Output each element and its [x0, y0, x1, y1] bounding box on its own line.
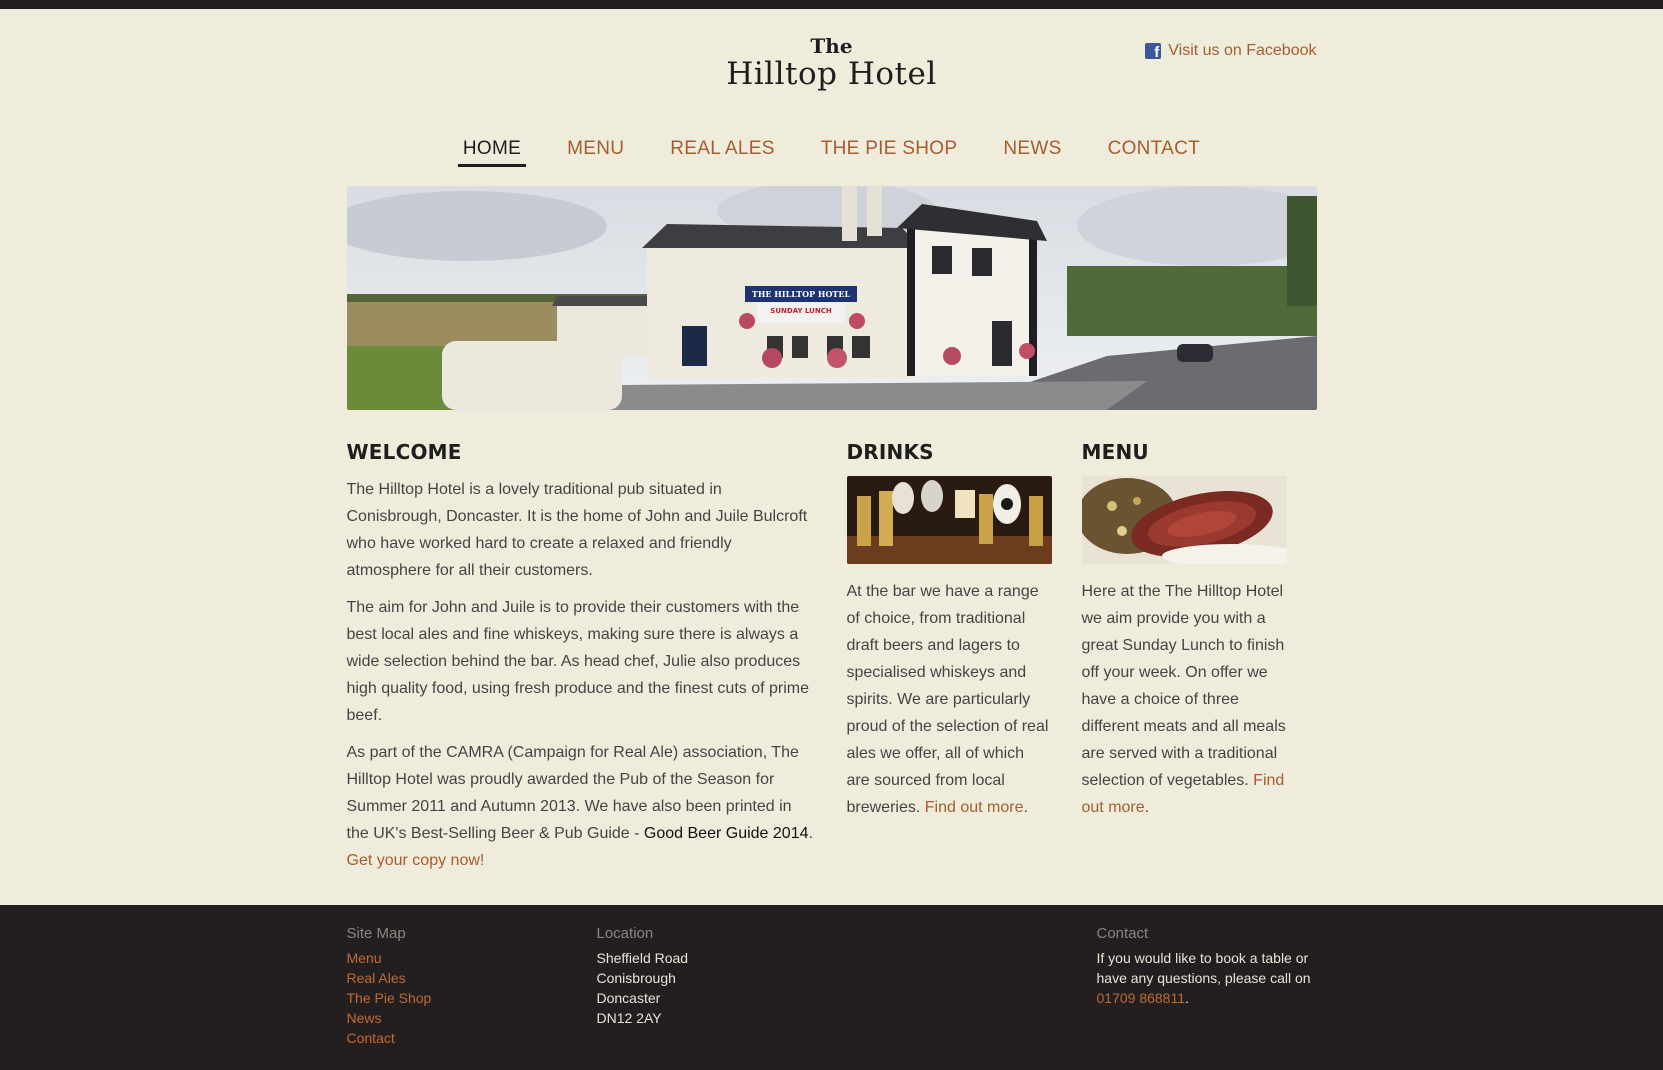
footer-link-real-ales[interactable]: Real Ales	[347, 968, 597, 988]
footer-link-contact[interactable]: Contact	[347, 1028, 597, 1048]
footer-link-menu[interactable]: Menu	[347, 948, 597, 968]
nav-home[interactable]: HOME	[457, 120, 527, 167]
phone-link[interactable]: 01709 868811	[1097, 990, 1186, 1006]
welcome-paragraph-1: The Hilltop Hotel is a lovely traditiona…	[346, 481, 808, 579]
get-copy-link[interactable]: Get your copy now!	[347, 852, 485, 869]
address-line: Conisbrough	[596, 970, 676, 986]
content-columns: WELCOME The Hilltop Hotel is a lovely tr…	[347, 440, 1317, 884]
footer-sitemap: Site Map Menu Real Ales The Pie Shop New…	[347, 925, 597, 1048]
welcome-heading: WELCOME	[346, 440, 462, 464]
sitemap-heading: Site Map	[346, 925, 406, 942]
address-line: Sheffield Road	[596, 950, 689, 966]
nav-menu[interactable]: MENU	[562, 120, 629, 164]
facebook-icon	[1145, 43, 1162, 61]
location-heading: Location	[596, 925, 654, 942]
drinks-end: .	[1023, 799, 1028, 816]
footer-contact: Contact If you would like to book a tabl…	[1097, 925, 1317, 1048]
hero-image: THE HILLTOP HOTEL SUNDAY LUNCH	[346, 186, 1317, 410]
contact-end: .	[1185, 990, 1189, 1006]
contact-text: If you would like to book a table or hav…	[1097, 948, 1317, 1008]
menu-body: Here at the The Hilltop Hotel we aim pro…	[1081, 583, 1286, 789]
site-header: The Hilltop Hotel Visit us on Facebook	[347, 9, 1317, 120]
menu-image[interactable]	[1081, 476, 1287, 564]
nav-real-ales[interactable]: REAL ALES	[665, 120, 779, 164]
menu-heading: MENU	[1081, 440, 1149, 464]
welcome-paragraph-3-sep: .	[808, 825, 813, 842]
facebook-label: Visit us on Facebook	[1168, 42, 1317, 59]
contact-body: If you would like to book a table or hav…	[1096, 950, 1311, 986]
hero-banner: SUNDAY LUNCH	[770, 307, 832, 315]
nav-news[interactable]: NEWS	[998, 120, 1066, 164]
footer-link-pie-shop[interactable]: The Pie Shop	[347, 988, 597, 1008]
top-bar	[0, 0, 1663, 9]
drinks-heading: DRINKS	[846, 440, 934, 464]
footer-location: Location Sheffield Road Conisbrough Donc…	[597, 925, 1097, 1048]
address-line: Doncaster	[596, 990, 661, 1006]
drinks-body: At the bar we have a range of choice, fr…	[846, 583, 1049, 816]
welcome-paragraph-2: The aim for John and Juile is to provide…	[346, 599, 810, 724]
contact-heading: Contact	[1096, 925, 1149, 942]
drinks-image[interactable]	[846, 476, 1052, 564]
footer-link-news[interactable]: News	[347, 1008, 597, 1028]
menu-end: .	[1144, 799, 1150, 816]
drinks-section: DRINKS At the bar we have a range of cho…	[846, 440, 1052, 884]
drinks-text: At the bar we have a range of choice, fr…	[847, 578, 1052, 821]
menu-section: MENU Here at the The Hilltop Hotel we ai…	[1081, 440, 1287, 884]
hero-pub-sign: THE HILLTOP HOTEL	[751, 289, 850, 299]
nav-pie-shop[interactable]: THE PIE SHOP	[816, 120, 963, 164]
nav-contact[interactable]: CONTACT	[1103, 120, 1206, 164]
good-beer-guide-text: Good Beer Guide 2014	[643, 825, 809, 842]
welcome-section: WELCOME The Hilltop Hotel is a lovely tr…	[347, 440, 817, 884]
logo-name: Hilltop Hotel	[726, 56, 937, 92]
welcome-paragraph-3: As part of the CAMRA (Campaign for Real …	[347, 739, 817, 874]
address-line: DN12 2AY	[596, 1010, 662, 1026]
drinks-find-out-more-link[interactable]: Find out more	[925, 799, 1024, 816]
main-nav: HOME MENU REAL ALES THE PIE SHOP NEWS CO…	[347, 120, 1317, 186]
menu-text: Here at the The Hilltop Hotel we aim pro…	[1082, 578, 1287, 821]
page-container: The Hilltop Hotel Visit us on Facebook H…	[346, 9, 1317, 884]
facebook-link[interactable]: Visit us on Facebook	[1145, 42, 1317, 61]
site-footer: Site Map Menu Real Ales The Pie Shop New…	[0, 905, 1663, 1070]
